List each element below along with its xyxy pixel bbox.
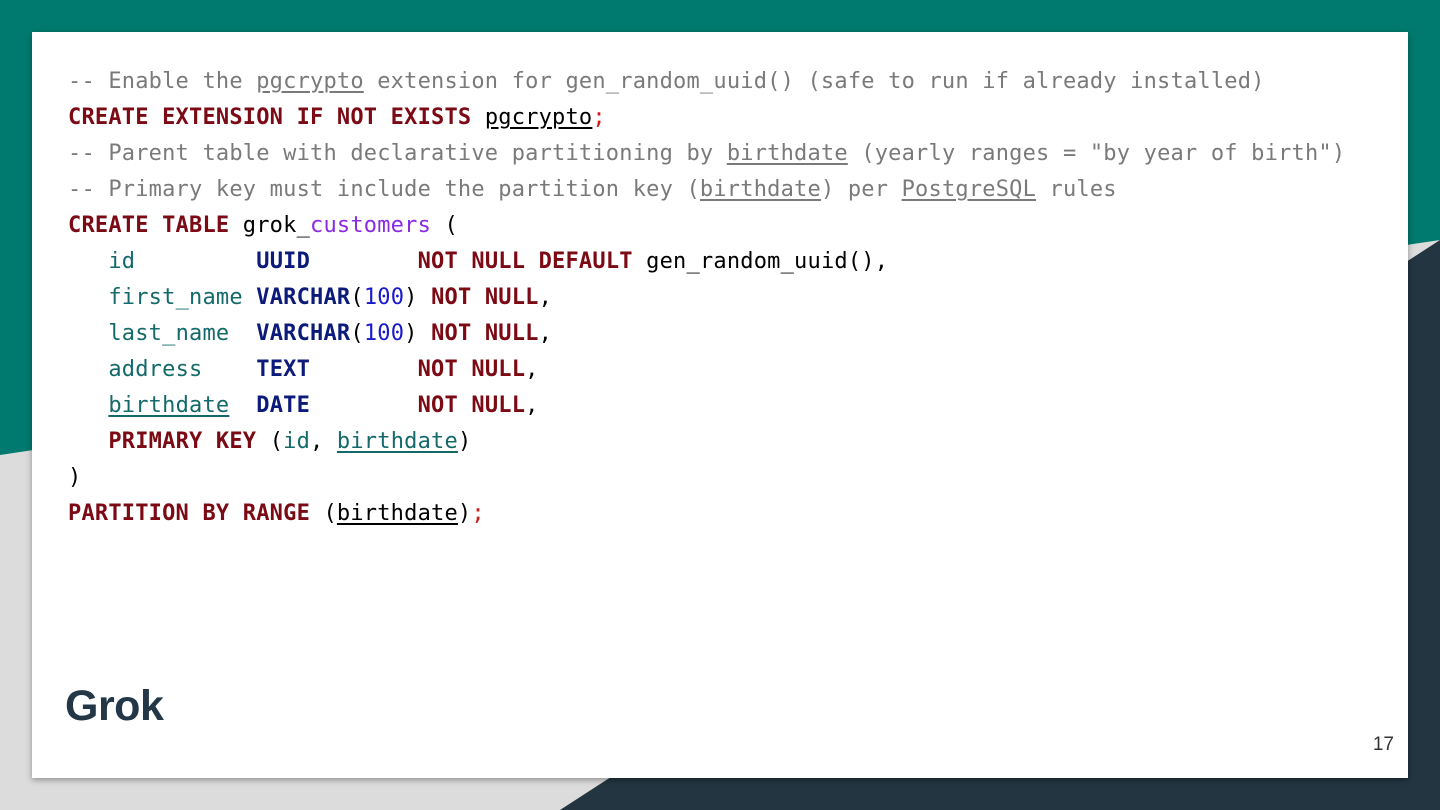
code-line: PARTITION BY RANGE (birthdate); — [68, 496, 1378, 532]
code-token-kw: NOT NULL — [417, 357, 526, 382]
code-token-plain: ( — [431, 213, 458, 238]
code-token-plain: ( — [256, 429, 284, 454]
slide-card: -- Enable the pgcrypto extension for gen… — [32, 32, 1408, 778]
code-token-semi: ; — [471, 501, 485, 526]
code-token-type: VARCHAR — [256, 321, 351, 346]
code-token-kw: NOT NULL — [431, 321, 539, 346]
code-token-col: birthdate — [336, 429, 458, 454]
code-line: CREATE EXTENSION IF NOT EXISTS pgcrypto; — [68, 100, 1378, 136]
code-line: -- Enable the pgcrypto extension for gen… — [68, 64, 1378, 100]
code-token-obj: customers — [310, 213, 432, 238]
code-line: last_name VARCHAR(100) NOT NULL, — [68, 316, 1378, 352]
code-token-kw: NOT NULL — [431, 285, 539, 310]
code-token-plain: ) — [68, 465, 82, 490]
code-token-col: id — [283, 429, 311, 454]
code-token-num: 100 — [363, 321, 405, 346]
code-token-plain: , — [538, 285, 553, 310]
code-token-kw: NOT NULL — [417, 393, 526, 418]
code-token-col: address — [108, 357, 203, 382]
sql-code-block: -- Enable the pgcrypto extension for gen… — [68, 64, 1378, 532]
code-token-comment: -- Parent table with declarative partiti… — [68, 141, 727, 166]
code-token-plain: ( — [350, 321, 364, 346]
code-token-col: last_name — [108, 321, 230, 346]
code-token-plain: birthdate — [336, 501, 458, 526]
code-token-kw: CREATE TABLE — [68, 213, 230, 238]
code-token-comment: extension for gen_random_uuid() (safe to… — [363, 69, 1265, 94]
code-line: -- Parent table with declarative partiti… — [68, 136, 1378, 172]
code-token-type: VARCHAR — [256, 285, 351, 310]
code-token-comment: -- Primary key must include the partitio… — [68, 177, 700, 202]
code-token-comment: PostgreSQL — [901, 177, 1037, 202]
code-token-comment: birthdate — [726, 141, 848, 166]
code-token-plain: , — [538, 321, 553, 346]
code-token-col: id — [108, 249, 136, 274]
page-number: 17 — [1372, 734, 1394, 755]
brand-title: Grok — [65, 682, 164, 730]
code-line: address TEXT NOT NULL, — [68, 352, 1378, 388]
code-token-kw: CREATE EXTENSION IF NOT EXISTS — [68, 105, 472, 130]
code-token-type: UUID — [256, 249, 311, 274]
code-line: CREATE TABLE grok_customers ( — [68, 208, 1378, 244]
code-line: id UUID NOT NULL DEFAULT gen_random_uuid… — [68, 244, 1378, 280]
code-token-num: 100 — [363, 285, 405, 310]
code-token-plain: grok_ — [229, 213, 311, 238]
code-token-kw: PRIMARY KEY — [108, 429, 257, 454]
code-token-plain: , — [310, 429, 337, 454]
code-token-comment: pgcrypto — [256, 69, 364, 94]
code-token-comment: birthdate — [699, 177, 821, 202]
code-token-comment: rules — [1036, 177, 1117, 202]
code-token-col: birthdate — [108, 393, 230, 418]
code-token-semi: ; — [592, 105, 606, 130]
code-token-type: DATE — [256, 393, 311, 418]
code-line: birthdate DATE NOT NULL, — [68, 388, 1378, 424]
code-token-kw: PARTITION BY RANGE — [68, 501, 311, 526]
code-token-kw: NOT NULL DEFAULT — [417, 249, 633, 274]
code-token-plain: ) — [404, 285, 432, 310]
code-token-type: TEXT — [256, 357, 311, 382]
code-token-plain: ( — [350, 285, 364, 310]
code-token-plain: gen_random_uuid(), — [632, 249, 889, 274]
code-token-col: first_name — [108, 285, 243, 310]
code-line: ) — [68, 460, 1378, 496]
code-line: first_name VARCHAR(100) NOT NULL, — [68, 280, 1378, 316]
code-token-comment: -- Enable the — [68, 69, 257, 94]
code-token-comment: (yearly ranges = "by year of birth") — [847, 141, 1346, 166]
code-line: PRIMARY KEY (id, birthdate) — [68, 424, 1378, 460]
code-token-plain: ) — [457, 501, 472, 526]
code-token-plain: pgcrypto — [484, 105, 593, 130]
code-token-plain: ( — [310, 501, 337, 526]
code-token-plain: ) — [457, 429, 472, 454]
code-line: -- Primary key must include the partitio… — [68, 172, 1378, 208]
code-token-plain: , — [525, 357, 539, 382]
code-token-plain: ) — [404, 321, 432, 346]
code-token-comment: ) per — [820, 177, 902, 202]
code-token-plain: , — [525, 393, 539, 418]
